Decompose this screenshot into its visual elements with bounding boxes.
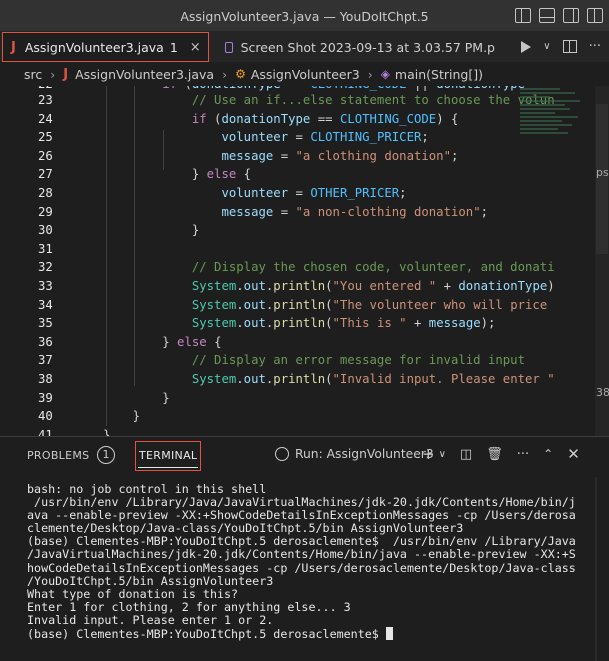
code-line: 41} bbox=[38, 427, 111, 436]
code-line: 23 // Use an if...else statement to choo… bbox=[38, 93, 555, 107]
minimap[interactable] bbox=[520, 86, 592, 166]
debug-icon bbox=[275, 447, 289, 461]
terminal-line: Invalid input. Please enter 1 or 2. bbox=[27, 612, 274, 627]
code-line: 39 } bbox=[38, 390, 170, 405]
terminal-line: Enter 1 for clothing, 2 for anything els… bbox=[27, 599, 351, 614]
code-line: 37 // Display an error message for inval… bbox=[38, 353, 525, 368]
code-line: 31 bbox=[38, 241, 53, 256]
toggle-sidebar-icon[interactable] bbox=[515, 8, 531, 23]
code-line: 25 volunteer = CLOTHING_PRICER; bbox=[38, 130, 429, 145]
panel-tabs: PROBLEMS 1 TERMINAL Run: AssignVolunteer… bbox=[0, 437, 596, 477]
breadcrumb-method[interactable]: main(String[]) bbox=[395, 67, 483, 82]
tab-label: AssignVolunteer3.java bbox=[24, 39, 164, 55]
close-tab-icon[interactable]: × bbox=[190, 40, 201, 55]
terminal-line: howCodeDetailsInExceptionMessages -cp /U… bbox=[27, 560, 576, 575]
code-line: 33 System.out.println("You entered " + d… bbox=[38, 279, 555, 293]
bottom-panel: PROBLEMS 1 TERMINAL Run: AssignVolunteer… bbox=[0, 436, 609, 661]
offscreen-text: ps bbox=[596, 166, 609, 179]
code-line: 35 System.out.println("This is " + messa… bbox=[38, 316, 496, 331]
terminal-tab-label: TERMINAL bbox=[139, 449, 198, 462]
more-actions-icon[interactable]: ··· bbox=[589, 39, 601, 54]
tab-label: Screen Shot 2023-09-13 at 3.03.57 PM.p bbox=[240, 39, 495, 55]
java-file-icon: J bbox=[63, 66, 69, 82]
scrollbar-thumb[interactable] bbox=[596, 104, 608, 254]
terminal-line: /YouDoItChpt.5/bin AssignVolunteer3 bbox=[27, 573, 274, 588]
code-line: 36 } else { bbox=[38, 334, 222, 349]
problem-count-badge: 1 bbox=[169, 39, 178, 55]
code-line: 30 } bbox=[38, 223, 200, 238]
chevron-right-icon: › bbox=[367, 66, 373, 82]
split-editor-icon[interactable] bbox=[562, 40, 577, 53]
code-line: 32 // Display the chosen code, volunteer… bbox=[38, 260, 555, 275]
editor-actions: ∨ ··· bbox=[521, 39, 601, 54]
new-terminal-icon[interactable]: + bbox=[422, 445, 435, 463]
close-panel-icon[interactable]: ✕ bbox=[567, 445, 580, 463]
code-line: 38 System.out.println("Invalid input. Pl… bbox=[38, 372, 555, 386]
terminal-line: What type of donation is this? bbox=[27, 586, 239, 601]
code-line: 28 volunteer = OTHER_PRICER; bbox=[38, 186, 407, 200]
editor-tabs: J AssignVolunteer3.java 1 × Screen Shot … bbox=[0, 32, 609, 62]
code-line: 40 } bbox=[38, 409, 141, 424]
terminal-output[interactable]: bash: no job control in this shell /usr/… bbox=[27, 482, 587, 641]
toggle-panel-icon[interactable] bbox=[539, 8, 555, 23]
terminal-prompt-line[interactable]: (base) Clementes-MBP:YouDoItChpt.5 deros… bbox=[27, 627, 587, 641]
tab-terminal[interactable]: TERMINAL bbox=[135, 441, 202, 471]
chevron-right-icon: › bbox=[50, 66, 56, 82]
code-line: 24 if (donationType == CLOTHING_CODE) { bbox=[38, 111, 459, 126]
terminal-prompt: (base) Clementes-MBP:YouDoItChpt.5 deros… bbox=[27, 627, 386, 642]
maximize-panel-icon[interactable]: ⌃ bbox=[543, 447, 553, 461]
trash-icon[interactable]: 🗑 bbox=[486, 447, 503, 462]
image-file-icon bbox=[225, 41, 233, 53]
tab-assignvolunteer3[interactable]: J AssignVolunteer3.java 1 × bbox=[2, 32, 209, 62]
class-icon: ⚙ bbox=[235, 67, 246, 81]
terminal-cursor bbox=[385, 627, 393, 641]
terminal-name: Run: AssignVolunteer3 bbox=[295, 447, 434, 461]
customize-layout-icon[interactable] bbox=[587, 8, 603, 23]
terminal-line: /JavaVirtualMachines/jdk-20.jdk/Contents… bbox=[27, 547, 576, 562]
toggle-secondary-sidebar-icon[interactable] bbox=[563, 8, 579, 23]
layout-controls bbox=[515, 8, 603, 23]
breadcrumb-file[interactable]: AssignVolunteer3.java bbox=[75, 67, 214, 82]
title-bar: AssignVolunteer3.java — YouDoItChpt.5 bbox=[0, 0, 609, 32]
panel-actions: + ∨ ◫ 🗑 ··· ⌃ ✕ bbox=[422, 445, 580, 463]
terminal-selector[interactable]: Run: AssignVolunteer3 bbox=[275, 447, 434, 461]
breadcrumb-class[interactable]: AssignVolunteer3 bbox=[251, 67, 360, 82]
tab-screenshot[interactable]: Screen Shot 2023-09-13 at 3.03.57 PM.p bbox=[217, 32, 495, 62]
run-dropdown-icon[interactable]: ∨ bbox=[543, 41, 550, 52]
breadcrumb: src › J AssignVolunteer3.java › ⚙ Assign… bbox=[0, 62, 609, 86]
method-icon: ◈ bbox=[380, 67, 390, 81]
java-file-icon: J bbox=[11, 39, 16, 55]
run-icon[interactable] bbox=[521, 40, 532, 53]
chevron-right-icon: › bbox=[222, 66, 228, 82]
code-line: 26 message = "a clothing donation"; bbox=[38, 148, 459, 163]
code-line: 27 } else { bbox=[38, 167, 252, 182]
split-terminal-icon[interactable]: ◫ bbox=[460, 447, 472, 462]
terminal-scrollbar[interactable] bbox=[595, 477, 597, 661]
tab-problems[interactable]: PROBLEMS bbox=[27, 449, 89, 462]
terminal-dropdown-icon[interactable]: ∨ bbox=[439, 449, 446, 460]
code-editor[interactable]: 22 if (donationType == CLOTHING_CODE || … bbox=[0, 86, 609, 436]
more-actions-icon[interactable]: ··· bbox=[517, 447, 529, 462]
code-line: 34 System.out.println("The volunteer who… bbox=[38, 297, 548, 312]
offscreen-text: 38 bbox=[596, 386, 609, 399]
code-line: 29 message = "a non-clothing donation"; bbox=[38, 204, 489, 219]
editor-scrollbar[interactable] bbox=[595, 86, 609, 436]
breadcrumb-src[interactable]: src bbox=[24, 67, 42, 82]
problems-count-badge: 1 bbox=[97, 446, 115, 464]
